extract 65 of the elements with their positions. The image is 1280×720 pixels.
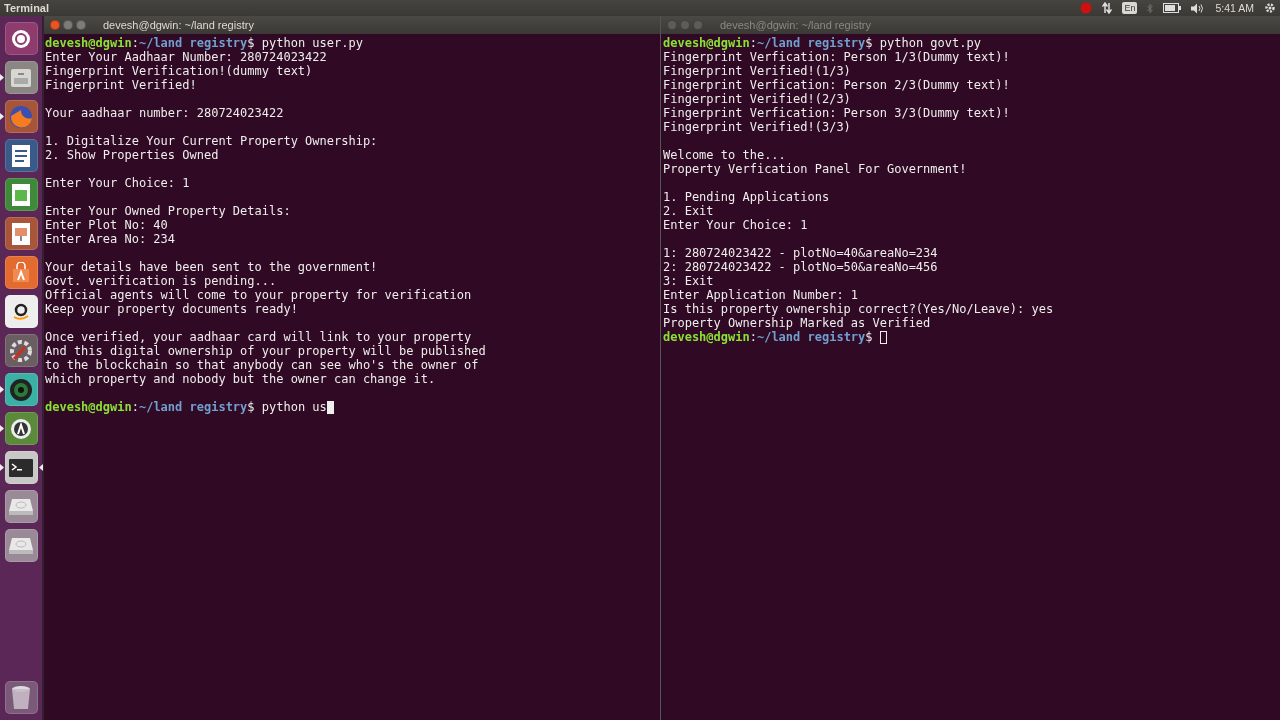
prompt-line: devesh@dgwin:~/land registry$ python user.py (45, 36, 363, 50)
output-line: 2. Exit (663, 204, 714, 218)
keyboard-layout-indicator[interactable]: En (1122, 2, 1138, 14)
minimize-button[interactable] (63, 20, 73, 30)
globe-icon[interactable] (4, 100, 38, 133)
trash-icon[interactable] (4, 681, 38, 714)
dash-icon[interactable] (4, 22, 38, 55)
volume-icon[interactable] (1191, 2, 1206, 14)
output-line: Once verified, your aadhaar card will link to your property (45, 330, 472, 344)
output-line: Enter Your Choice: 1 (45, 176, 190, 190)
output-line: Is this property ownership correct?(Yes/No/Leave): yes (663, 302, 1054, 316)
prompt-line: devesh@dgwin:~/land registry$ (663, 330, 873, 344)
output-line: And this digital ownership of your property will be published (45, 344, 486, 358)
camera-lens-icon[interactable] (4, 373, 38, 406)
output-line: 2: 280724023422 - plotNo=50&areaNo=456 (663, 260, 938, 274)
output-line: Official agents will come to your property for verification (45, 288, 472, 302)
prompt-line: devesh@dgwin:~/land registry$ python govt.py (663, 36, 981, 50)
app-title: Terminal (4, 2, 50, 14)
output-line: Fingerprint Verfication: Person 1/3(Dummy text)! (663, 50, 1010, 64)
presentation-icon[interactable] (4, 217, 38, 250)
output-line: Property Ownership Marked as Verified (663, 316, 931, 330)
output-line: 1. Pending Applications (663, 190, 830, 204)
output-line: Keep your property documents ready! (45, 302, 298, 316)
output-line: Enter Your Owned Property Details: (45, 204, 291, 218)
file-cabinet-icon[interactable] (4, 61, 38, 94)
output-line: Your details have been sent to the government! (45, 260, 378, 274)
output-line: 2. Show Properties Owned (45, 148, 219, 162)
prompt-line: devesh@dgwin:~/land registry$ python us (45, 400, 327, 414)
output-line: Property Verfication Panel For Government! (663, 162, 967, 176)
gear-wrench-icon[interactable] (4, 334, 38, 367)
drive-icon[interactable] (4, 490, 38, 523)
output-line: 1. Digitalize Your Current Property Ownership: (45, 134, 378, 148)
clock[interactable]: 5:41 AM (1215, 2, 1254, 14)
shopping-bag-icon[interactable] (4, 256, 38, 289)
output-line: Welcome to the... (663, 148, 786, 162)
window-title: devesh@dgwin: ~/land registry (720, 19, 871, 31)
output-line: Enter Your Aadhaar Number: 280724023422 (45, 50, 327, 64)
output-line: Fingerprint Verified!(1/3) (663, 64, 851, 78)
output-line: 1: 280724023422 - plotNo=40&areaNo=234 (663, 246, 938, 260)
update-icon[interactable] (4, 412, 38, 445)
output-line: Enter Your Choice: 1 (663, 218, 808, 232)
output-line: Your aadhaar number: 280724023422 (45, 106, 284, 120)
output-line: Enter Area No: 234 (45, 232, 176, 246)
output-line: to the blockchain so that anybody can see who's the owner of (45, 358, 479, 372)
output-line: Fingerprint Verfication: Person 2/3(Dummy text)! (663, 78, 1010, 92)
output-line: Fingerprint Verification!(dummy text) (45, 64, 313, 78)
network-arrows-icon[interactable] (1102, 2, 1113, 14)
terminal-icon[interactable] (4, 451, 38, 484)
output-line: Fingerprint Verfication: Person 3/3(Dummy text)! (663, 106, 1010, 120)
document-icon[interactable] (4, 139, 38, 172)
output-line: Govt. verification is pending... (45, 274, 277, 288)
close-button[interactable] (50, 20, 60, 30)
window-title: devesh@dgwin: ~/land registry (103, 19, 254, 31)
settings-icon[interactable] (1264, 2, 1276, 14)
output-line: Fingerprint Verified!(2/3) (663, 92, 851, 106)
drive-icon[interactable] (4, 529, 38, 562)
output-line: 3: Exit (663, 274, 714, 288)
output-line: Enter Application Number: 1 (663, 288, 859, 302)
output-line: Enter Plot No: 40 (45, 218, 168, 232)
output-line: Fingerprint Verified! (45, 78, 197, 92)
output-line: Fingerprint Verified!(3/3) (663, 120, 851, 134)
maximize-button[interactable] (76, 20, 86, 30)
battery-icon[interactable] (1163, 3, 1182, 13)
spreadsheet-icon[interactable] (4, 178, 38, 211)
output-line: which property and nobody but the owner can change it. (45, 372, 436, 386)
